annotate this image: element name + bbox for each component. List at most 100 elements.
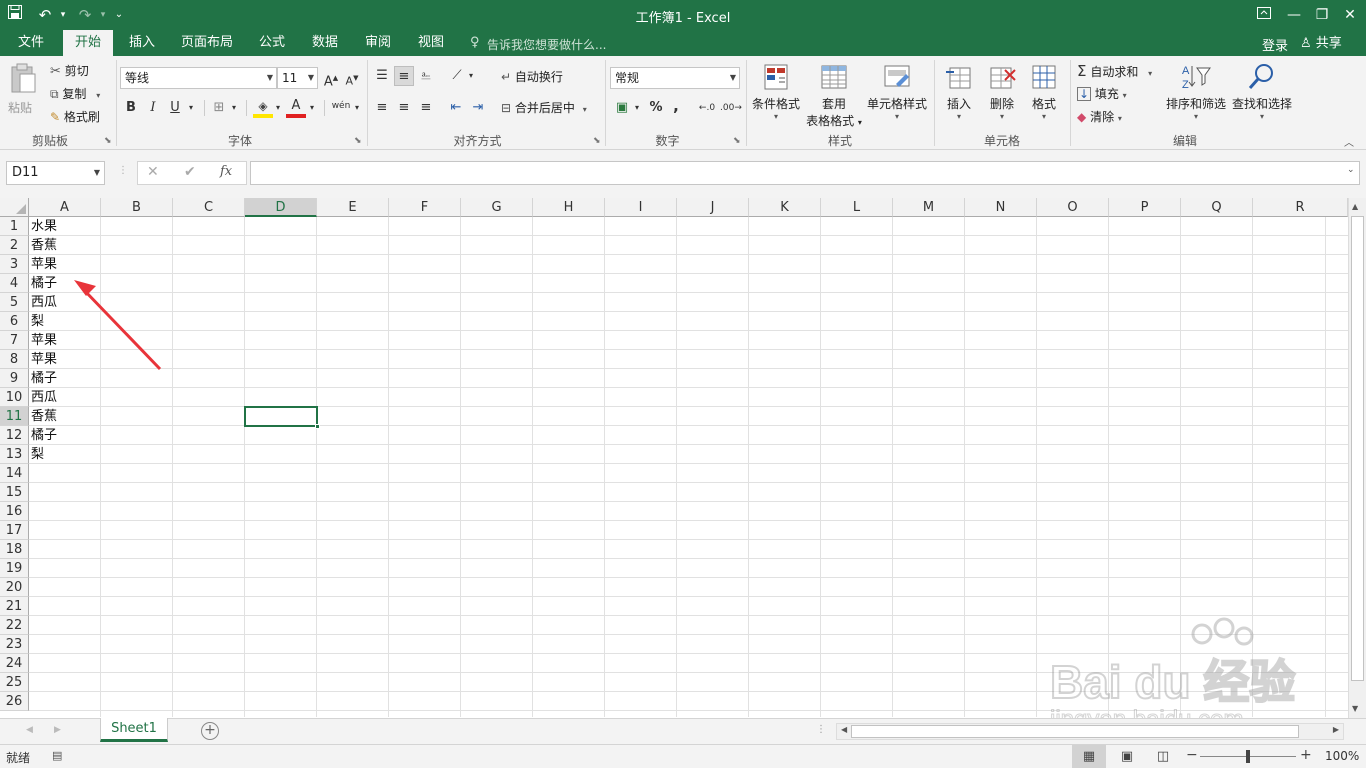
sheet-tab-sheet1[interactable]: Sheet1: [100, 718, 168, 742]
zoom-in-button[interactable]: +: [1300, 747, 1312, 763]
horizontal-scrollbar[interactable]: ◀ ▶: [836, 723, 1344, 740]
column-header-i[interactable]: I: [605, 198, 677, 217]
row-header-26[interactable]: 26: [0, 692, 29, 711]
row-header-22[interactable]: 22: [0, 616, 29, 635]
tab-page-layout[interactable]: 页面布局: [171, 30, 243, 56]
autosum-button[interactable]: Σ 自动求和 ▾: [1077, 62, 1152, 80]
tab-review[interactable]: 审阅: [355, 30, 401, 56]
merge-center-button[interactable]: ⊟ 合并后居中 ▾: [501, 99, 587, 116]
autosum-dropdown-icon[interactable]: ▾: [1148, 69, 1152, 78]
macro-recording-icon[interactable]: ▤: [52, 749, 62, 762]
orientation-dropdown-icon[interactable]: ▾: [466, 66, 476, 86]
row-header-13[interactable]: 13: [0, 445, 29, 464]
shrink-font-icon[interactable]: A▼: [343, 68, 361, 88]
minimize-icon[interactable]: —: [1282, 4, 1306, 26]
restore-icon[interactable]: ❐: [1310, 4, 1334, 26]
row-header-20[interactable]: 20: [0, 578, 29, 597]
worksheet-grid[interactable]: ABCDEFGHIJKLMNOPQR 1 2 3 4 5 6 7 8 9 10 11 12 13 14 15…: [0, 198, 1366, 734]
fill-dropdown-icon[interactable]: ▾: [1123, 91, 1127, 100]
column-header-r[interactable]: R: [1253, 198, 1348, 217]
copy-button[interactable]: ⧉ 复制 ▾: [50, 85, 100, 102]
prev-sheet-icon[interactable]: ◀: [26, 725, 33, 735]
cancel-icon[interactable]: ✕: [147, 164, 159, 180]
ribbon-display-icon[interactable]: [1252, 4, 1276, 26]
paste-button[interactable]: 粘贴: [8, 62, 44, 118]
column-header-q[interactable]: Q: [1181, 198, 1253, 217]
cell-a12[interactable]: 橘子: [31, 426, 57, 445]
fill-handle[interactable]: [315, 424, 320, 429]
clear-button[interactable]: ◆ 清除 ▾: [1077, 108, 1122, 125]
row-header-23[interactable]: 23: [0, 635, 29, 654]
clear-dropdown-icon[interactable]: ▾: [1118, 114, 1122, 123]
column-header-o[interactable]: O: [1037, 198, 1109, 217]
column-header-m[interactable]: M: [893, 198, 965, 217]
share-button[interactable]: ♙ 共享: [1300, 33, 1358, 55]
tab-splitter-icon[interactable]: ⋮: [816, 724, 826, 735]
format-cells-button[interactable]: 格式 ▾: [1025, 62, 1063, 121]
italic-button[interactable]: I: [145, 98, 161, 118]
fill-button[interactable]: ↓ 填充 ▾: [1077, 85, 1127, 102]
splitter-icon[interactable]: ⋮: [118, 165, 128, 176]
increase-decimal-icon[interactable]: ←.0: [697, 98, 717, 118]
decrease-indent-icon[interactable]: ⇤: [447, 98, 465, 118]
column-header-e[interactable]: E: [317, 198, 389, 217]
tab-home[interactable]: 开始: [63, 30, 113, 56]
orientation-icon[interactable]: ⟋: [448, 66, 466, 86]
row-header-12[interactable]: 12: [0, 426, 29, 445]
align-top-icon[interactable]: ☰: [373, 66, 391, 86]
grow-font-icon[interactable]: A▲: [322, 68, 340, 89]
column-header-d[interactable]: D: [245, 198, 317, 217]
row-header-15[interactable]: 15: [0, 483, 29, 502]
align-left-icon[interactable]: ≡: [373, 98, 391, 118]
percent-button[interactable]: %: [647, 98, 665, 118]
name-box[interactable]: D11 ▼: [6, 161, 105, 185]
next-sheet-icon[interactable]: ▶: [54, 725, 61, 735]
font-size-combo[interactable]: 11 ▼: [277, 67, 318, 89]
row-header-25[interactable]: 25: [0, 673, 29, 692]
column-header-l[interactable]: L: [821, 198, 893, 217]
scroll-down-icon[interactable]: ▼: [1352, 704, 1358, 713]
alignment-launcher-icon[interactable]: ⬊: [593, 136, 601, 146]
column-header-j[interactable]: J: [677, 198, 749, 217]
border-dropdown-icon[interactable]: ▾: [229, 98, 239, 118]
format-painter-button[interactable]: ✎ 格式刷: [50, 108, 100, 125]
comma-button[interactable]: ,: [668, 96, 684, 116]
insert-function-icon[interactable]: fx: [220, 164, 232, 179]
row-header-16[interactable]: 16: [0, 502, 29, 521]
underline-dropdown-icon[interactable]: ▾: [186, 98, 196, 118]
row-header-24[interactable]: 24: [0, 654, 29, 673]
cell-a13[interactable]: 梨: [31, 445, 44, 464]
copy-dropdown-icon[interactable]: ▾: [96, 91, 100, 100]
font-launcher-icon[interactable]: ⬊: [354, 136, 362, 146]
cell-a11[interactable]: 香蕉: [31, 407, 57, 426]
normal-view-icon[interactable]: ▦: [1072, 745, 1106, 768]
sort-filter-button[interactable]: AZ 排序和筛选 ▾: [1164, 62, 1228, 121]
bold-button[interactable]: B: [123, 98, 139, 118]
column-header-h[interactable]: H: [533, 198, 605, 217]
font-color-dropdown-icon[interactable]: ▾: [307, 98, 317, 118]
cell-styles-button[interactable]: 单元格样式 ▾: [866, 62, 928, 121]
column-header-f[interactable]: F: [389, 198, 461, 217]
format-as-table-button[interactable]: 套用 表格格式 ▾: [806, 62, 862, 129]
vertical-scrollbar[interactable]: ▲ ▼: [1348, 198, 1366, 718]
clipboard-launcher-icon[interactable]: ⬊: [104, 136, 112, 146]
sign-in-link[interactable]: 登录: [1262, 35, 1288, 54]
close-icon[interactable]: ✕: [1338, 4, 1362, 26]
number-format-combo[interactable]: 常规 ▼: [610, 67, 740, 89]
font-name-combo[interactable]: 等线 ▼: [120, 67, 277, 89]
delete-cells-button[interactable]: 删除 ▾: [983, 62, 1021, 121]
row-header-17[interactable]: 17: [0, 521, 29, 540]
scroll-right-icon[interactable]: ▶: [1333, 725, 1339, 734]
formula-input[interactable]: [250, 161, 1360, 185]
fill-color-dropdown-icon[interactable]: ▾: [273, 98, 283, 118]
expand-formula-icon[interactable]: ⌄: [1347, 165, 1355, 175]
find-select-button[interactable]: 查找和选择 ▾: [1230, 62, 1294, 121]
cut-button[interactable]: ✂ 剪切: [50, 62, 89, 79]
merge-dropdown-icon[interactable]: ▾: [583, 105, 587, 114]
row-header-18[interactable]: 18: [0, 540, 29, 559]
phonetic-dropdown-icon[interactable]: ▾: [352, 98, 362, 118]
increase-indent-icon[interactable]: ⇥: [469, 98, 487, 118]
column-header-g[interactable]: G: [461, 198, 533, 217]
scrollbar-thumb[interactable]: [1351, 216, 1364, 681]
zoom-level[interactable]: 100%: [1325, 749, 1359, 763]
